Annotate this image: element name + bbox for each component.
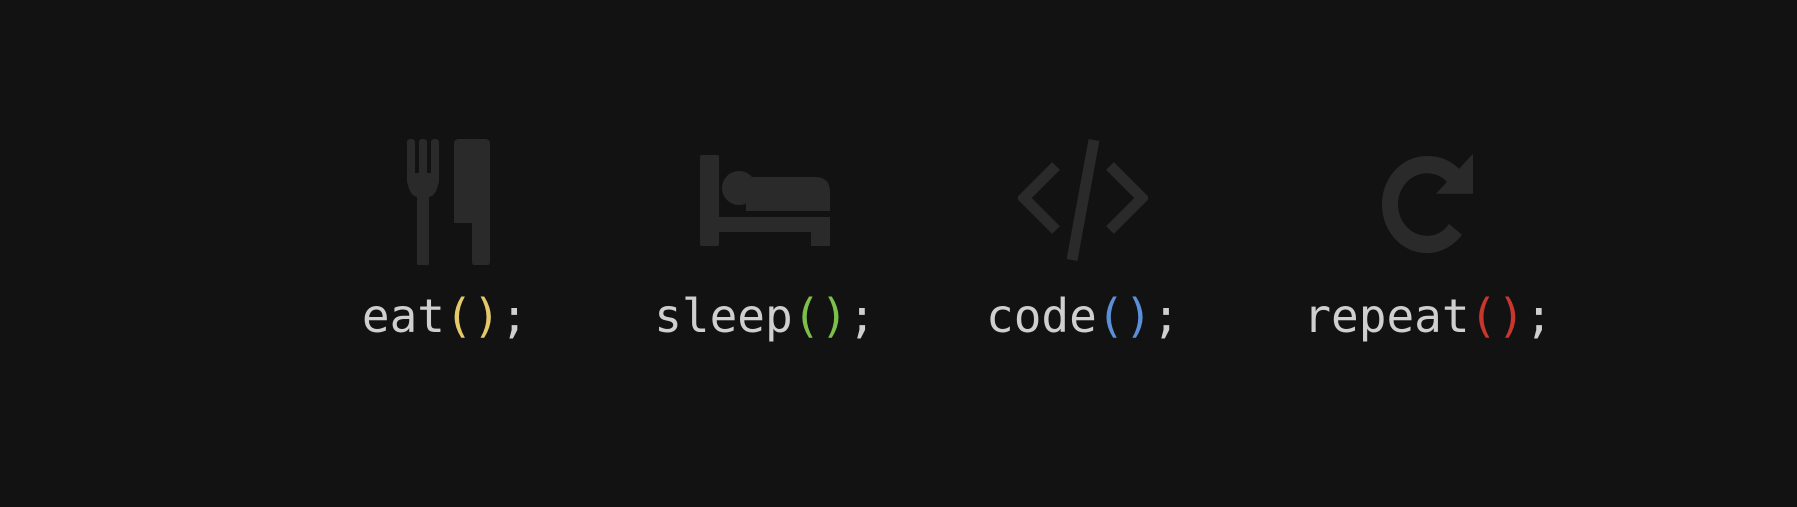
function-name: eat — [361, 289, 445, 343]
semicolon: ; — [1152, 289, 1180, 343]
close-paren: ) — [1124, 289, 1153, 343]
semicolon: ; — [848, 289, 876, 343]
bed-icon-svg — [700, 155, 830, 246]
open-paren: ( — [792, 289, 821, 343]
function-name: repeat — [1303, 289, 1470, 343]
repeat-icon — [1363, 135, 1493, 265]
bed-icon — [700, 135, 830, 265]
item-code: code(); — [933, 0, 1233, 507]
code-icon — [1018, 135, 1148, 265]
code-icon-svg — [1018, 139, 1148, 261]
item-sleep: sleep(); — [615, 0, 915, 507]
repeat-label: repeat(); — [1278, 286, 1578, 346]
item-eat: eat(); — [295, 0, 595, 507]
close-paren: ) — [1497, 289, 1525, 343]
open-paren: ( — [1469, 289, 1498, 343]
function-name: sleep — [654, 289, 793, 343]
repeat-icon-svg — [1382, 153, 1473, 254]
item-repeat: repeat(); — [1278, 0, 1578, 507]
fork-knife-icon — [380, 135, 510, 265]
semicolon: ; — [1524, 289, 1553, 343]
open-paren: ( — [444, 289, 473, 343]
open-paren: ( — [1096, 289, 1125, 343]
function-name: code — [986, 289, 1097, 343]
semicolon: ; — [500, 289, 529, 343]
fork-knife-icon-svg — [407, 139, 490, 265]
sleep-label: sleep(); — [615, 286, 915, 346]
close-paren: ) — [472, 289, 501, 343]
code-label: code(); — [933, 286, 1233, 346]
close-paren: ) — [820, 289, 849, 343]
eat-label: eat(); — [295, 286, 595, 346]
